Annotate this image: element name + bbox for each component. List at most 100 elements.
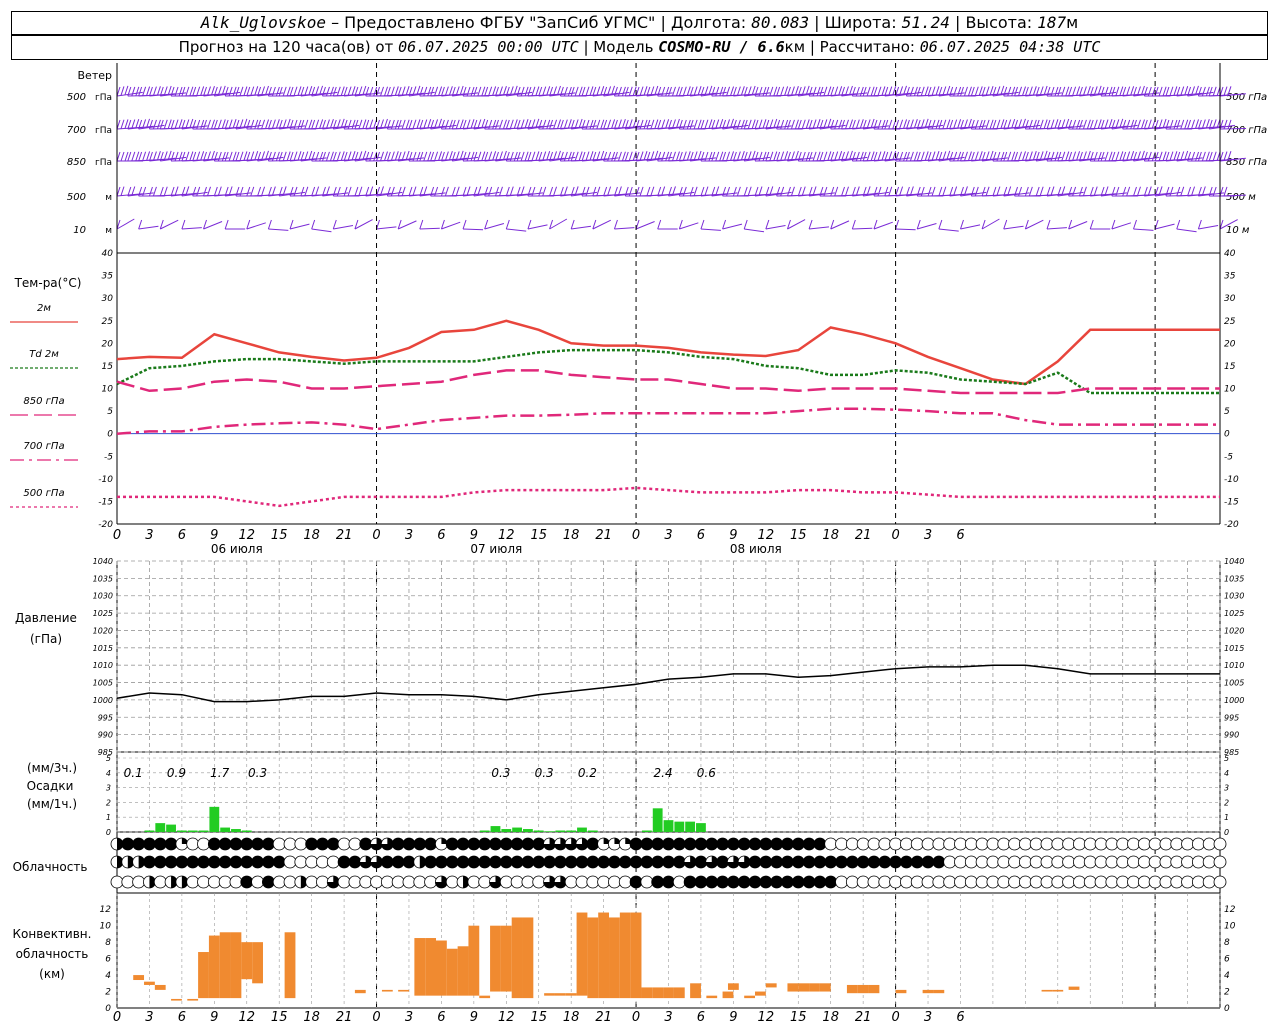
wind-level-unit: гПа: [95, 158, 112, 168]
wind-barb-feather: [780, 119, 785, 130]
wind-barb-feather: [138, 86, 143, 97]
wind-barb-feather: [736, 151, 741, 161]
wind-barb-feather: [665, 119, 670, 129]
wind-barb-feather: [708, 119, 713, 129]
wind-barb-feather: [135, 151, 140, 161]
cloud-symbol-fill: [759, 876, 772, 888]
wind-barb-feather: [1093, 186, 1098, 196]
wind-level-label-right: 700 гПа: [1226, 125, 1267, 136]
wind-barb-feather: [628, 151, 633, 161]
wind-barb-feather: [412, 119, 417, 129]
wind-barb-feather: [1184, 86, 1189, 96]
wind-barb-feather: [358, 119, 363, 129]
wind-barb-feather: [877, 186, 882, 197]
wind-barb-feather: [146, 151, 151, 161]
cloud-symbol: [326, 855, 340, 869]
wind-barb-feather: [538, 186, 543, 197]
wind-barb-feather: [386, 151, 391, 162]
pressure-y-tick: 990: [98, 731, 113, 740]
wind-barb-feather: [1097, 151, 1102, 162]
cloud-symbol: [380, 875, 394, 889]
wind-barb-feather: [329, 86, 334, 97]
wind-barb-feather: [535, 86, 540, 96]
wind-barb-feather: [1126, 86, 1131, 96]
cloud-symbol-fill: [489, 838, 502, 850]
wind-barb-feather: [217, 151, 222, 162]
pressure-unit: (гПа): [30, 632, 62, 646]
cloud-symbol-fill: [543, 856, 556, 868]
wind-barb-feather: [1093, 119, 1098, 129]
cloud-symbol: [932, 837, 946, 851]
wind-barb: [289, 223, 310, 230]
wind-barb-feather: [473, 86, 478, 97]
wind-barb-feather: [646, 119, 651, 130]
wind-barb-feather: [838, 151, 843, 161]
wind-barb-feather: [1130, 119, 1135, 130]
x-tick-label: 6: [956, 1010, 964, 1024]
temp-y-tick: 5: [107, 407, 113, 417]
wind-barb-feather: [124, 151, 129, 162]
wind-barb-feather: [589, 151, 594, 161]
wind-barb: [873, 221, 893, 230]
wind-barb: [722, 223, 743, 230]
wind-barb-feather: [455, 119, 460, 129]
wind-barb-feather: [131, 119, 136, 129]
wind-barb-feather: [412, 151, 417, 162]
wind-barb-feather: [1147, 186, 1152, 196]
wind-barb-feather: [797, 119, 802, 130]
wind-barb-feather: [985, 119, 990, 130]
wind-barb-feather: [163, 186, 168, 196]
cloud-symbol-fill: [673, 856, 686, 868]
cloud-symbol: [305, 875, 319, 889]
wind-barb: [246, 222, 266, 230]
wind-barb-feather: [989, 119, 994, 129]
wind-barb-feather: [927, 86, 932, 97]
conv-bar: [598, 912, 610, 999]
wind-barb-feather: [1097, 119, 1102, 129]
cloud-symbol-fill: [619, 856, 632, 868]
wind-barb-feather: [477, 151, 482, 161]
cloud-symbol: [1191, 875, 1205, 889]
wind-barb-feather: [736, 86, 741, 96]
wind-barb: [1133, 228, 1154, 231]
cloud-symbol: [283, 875, 297, 889]
cloud-symbol: [510, 875, 524, 889]
wind-barb-feather: [1054, 86, 1059, 97]
wind-barb-feather: [207, 86, 211, 96]
pressure-y-tick-right: 995: [1224, 713, 1239, 722]
wind-barb-feather: [931, 151, 936, 161]
wind-barb-feather: [1191, 119, 1196, 129]
wind-barb-feather: [1000, 119, 1005, 129]
wind-barb-feather: [1176, 219, 1181, 230]
precip-title: Осадки: [27, 779, 74, 793]
x-tick-label: 15: [790, 528, 807, 543]
conv-bar: [565, 993, 577, 996]
conv-bar: [544, 993, 555, 996]
cloud-symbol: [1181, 837, 1194, 851]
wind-barb-feather: [1169, 186, 1174, 197]
wind-barb-feather: [592, 186, 597, 197]
cloud-symbol-fill: [749, 876, 762, 888]
wind-barb-feather: [1072, 86, 1077, 96]
wind-barb-feather: [732, 86, 737, 97]
wind-barb-feather: [1201, 151, 1206, 162]
wind-barb-feather: [927, 186, 932, 197]
conv-unit: (км): [39, 967, 65, 981]
wind-barb-feather: [542, 186, 547, 197]
cloud-symbol-fill: [630, 856, 643, 868]
wind-barb-feather: [505, 119, 510, 130]
wind-barb-feather: [282, 86, 287, 97]
wind-barb: [441, 221, 461, 230]
cloud-symbol: [964, 875, 978, 889]
conv-bar: [133, 975, 145, 981]
wind-barb-feather: [466, 86, 471, 97]
wind-barb-feather: [1089, 119, 1094, 130]
wind-barb-feather: [174, 119, 179, 129]
wind-barb-feather: [1050, 119, 1055, 129]
wind-barb-feather: [181, 219, 186, 230]
wind-barb-feather: [624, 151, 629, 162]
cloud-symbol: [1083, 875, 1097, 889]
legend-label: Td 2м: [29, 349, 59, 360]
precip-bar: [501, 829, 512, 832]
wind-barb-feather: [1126, 186, 1131, 197]
